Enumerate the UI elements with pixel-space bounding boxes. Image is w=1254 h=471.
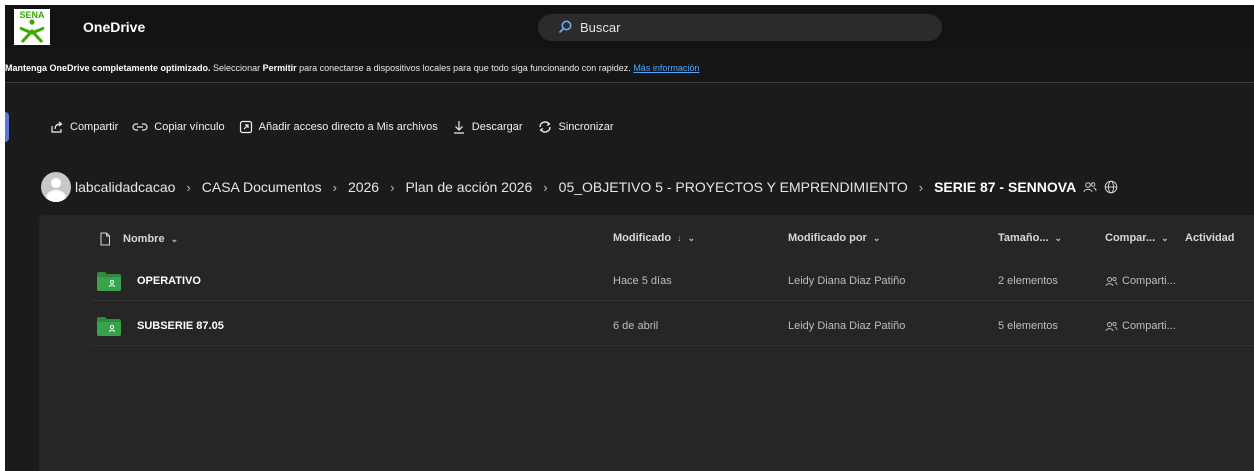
people-icon — [1105, 321, 1118, 331]
column-activity[interactable]: Actividad — [1185, 232, 1235, 244]
column-size[interactable]: Tamaño... ⌄ — [998, 232, 1062, 244]
share-icon — [51, 121, 63, 133]
file-type-icon — [100, 232, 110, 246]
share-button[interactable]: Compartir — [50, 120, 118, 134]
column-modified-label: Modificado — [613, 232, 672, 244]
shared-folder-icon — [97, 317, 121, 336]
sena-logo[interactable]: SENA — [14, 9, 50, 45]
avatar[interactable] — [41, 172, 71, 202]
search-box[interactable]: Buscar — [538, 14, 942, 41]
breadcrumb-item-year[interactable]: 2026 — [348, 179, 379, 195]
search-icon — [558, 20, 572, 34]
sync-button[interactable]: Sincronizar — [537, 120, 614, 134]
globe-icon — [1104, 180, 1118, 194]
file-modified: Hace 5 días — [613, 275, 672, 287]
onedrive-window: SENA OneDrive Buscar Mantenga OneDrive c… — [5, 5, 1254, 471]
column-name[interactable]: Nombre ⌄ — [99, 232, 178, 246]
avatar-head — [51, 178, 61, 188]
avatar-body — [46, 190, 66, 202]
download-button[interactable]: Descargar — [452, 120, 523, 134]
column-modified[interactable]: Modificado ↓ ⌄ — [613, 232, 695, 244]
top-bar: SENA OneDrive Buscar — [5, 5, 1254, 49]
copy-link-button[interactable]: Copiar vínculo — [132, 120, 225, 134]
column-sharing[interactable]: Compar... ⌄ — [1105, 232, 1169, 244]
file-sharing[interactable]: Comparti... — [1105, 275, 1176, 287]
shortcut-icon — [239, 120, 252, 134]
sync-icon — [538, 121, 551, 133]
breadcrumb-item-account[interactable]: labcalidadcacao — [75, 179, 175, 195]
add-shortcut-button[interactable]: Añadir acceso directo a Mis archivos — [239, 120, 438, 134]
breadcrumb-item-current: SERIE 87 - SENNOVA — [934, 179, 1077, 195]
chevron-down-icon: ⌄ — [1054, 232, 1063, 243]
file-sharing[interactable]: Comparti... — [1105, 320, 1176, 332]
file-modified-by[interactable]: Leidy Diana Diaz Patiño — [788, 275, 905, 287]
download-icon — [453, 121, 464, 134]
column-sharing-label: Compar... — [1105, 232, 1156, 244]
chevron-down-icon: ⌄ — [687, 232, 696, 243]
more-info-link[interactable]: Más información — [633, 63, 699, 73]
breadcrumb-item-plan[interactable]: Plan de acción 2026 — [405, 179, 532, 195]
notice-bold-permit: Permitir — [262, 63, 297, 73]
share-label: Compartir — [70, 121, 119, 133]
chevron-right-icon: › — [543, 179, 548, 195]
column-modified-by-label: Modificado por — [788, 232, 867, 244]
file-size: 5 elementos — [998, 320, 1058, 332]
breadcrumb-item-objective[interactable]: 05_OBJETIVO 5 - PROYECTOS Y EMPRENDIMIEN… — [559, 179, 908, 195]
copy-link-label: Copiar vínculo — [154, 121, 225, 133]
breadcrumb-item-library[interactable]: CASA Documentos — [202, 179, 322, 195]
chevron-right-icon: › — [332, 179, 337, 195]
sync-label: Sincronizar — [558, 121, 614, 133]
file-name[interactable]: SUBSERIE 87.05 — [137, 320, 224, 332]
file-size: 2 elementos — [998, 275, 1058, 287]
link-icon — [132, 123, 148, 131]
file-modified: 6 de abril — [613, 320, 659, 332]
column-modified-by[interactable]: Modificado por ⌄ — [788, 232, 880, 244]
nav-pane-handle[interactable] — [5, 112, 9, 142]
chevron-right-icon: › — [918, 179, 924, 195]
optimization-notice: Mantenga OneDrive completamente optimiza… — [5, 49, 1254, 83]
file-sharing-label: Comparti... — [1122, 320, 1176, 332]
notice-text: Mantenga OneDrive completamente optimiza… — [5, 63, 699, 73]
notice-text-1: Seleccionar — [210, 63, 263, 73]
breadcrumb: labcalidadcacao › CASA Documentos › 2026… — [41, 171, 1118, 203]
people-icon — [1105, 276, 1118, 286]
app-title[interactable]: OneDrive — [83, 19, 145, 35]
chevron-right-icon: › — [390, 179, 395, 195]
file-sharing-label: Comparti... — [1122, 275, 1176, 287]
file-name[interactable]: OPERATIVO — [137, 275, 201, 287]
column-name-label: Nombre — [123, 233, 165, 245]
search-input[interactable]: Buscar — [580, 20, 620, 35]
table-row[interactable]: OPERATIVO Hace 5 días Leidy Diana Diaz P… — [91, 261, 1254, 301]
column-size-label: Tamaño... — [998, 232, 1049, 244]
chevron-down-icon: ⌄ — [1161, 232, 1169, 243]
sort-down-icon: ↓ — [677, 233, 682, 243]
file-modified-by[interactable]: Leidy Diana Diaz Patiño — [788, 320, 905, 332]
sena-logo-icon — [19, 19, 45, 43]
add-shortcut-label: Añadir acceso directo a Mis archivos — [258, 121, 438, 133]
table-row[interactable]: SUBSERIE 87.05 6 de abril Leidy Diana Di… — [91, 306, 1254, 346]
notice-bold-lead: Mantenga OneDrive completamente optimiza… — [5, 63, 211, 73]
list-header: Nombre ⌄ Modificado ↓ ⌄ Modificado por ⌄… — [39, 215, 1254, 261]
file-list: Nombre ⌄ Modificado ↓ ⌄ Modificado por ⌄… — [39, 215, 1254, 471]
command-bar: Compartir Copiar vínculo Añadir acceso d… — [50, 115, 628, 139]
chevron-down-icon: ⌄ — [170, 233, 179, 244]
shared-folder-icon — [97, 272, 121, 291]
chevron-right-icon: › — [186, 179, 191, 195]
column-activity-label: Actividad — [1185, 232, 1235, 244]
chevron-down-icon: ⌄ — [872, 232, 881, 243]
download-label: Descargar — [471, 121, 523, 133]
notice-text-2: para conectarse a dispositivos locales p… — [296, 63, 634, 73]
shared-people-icon — [1083, 181, 1097, 193]
